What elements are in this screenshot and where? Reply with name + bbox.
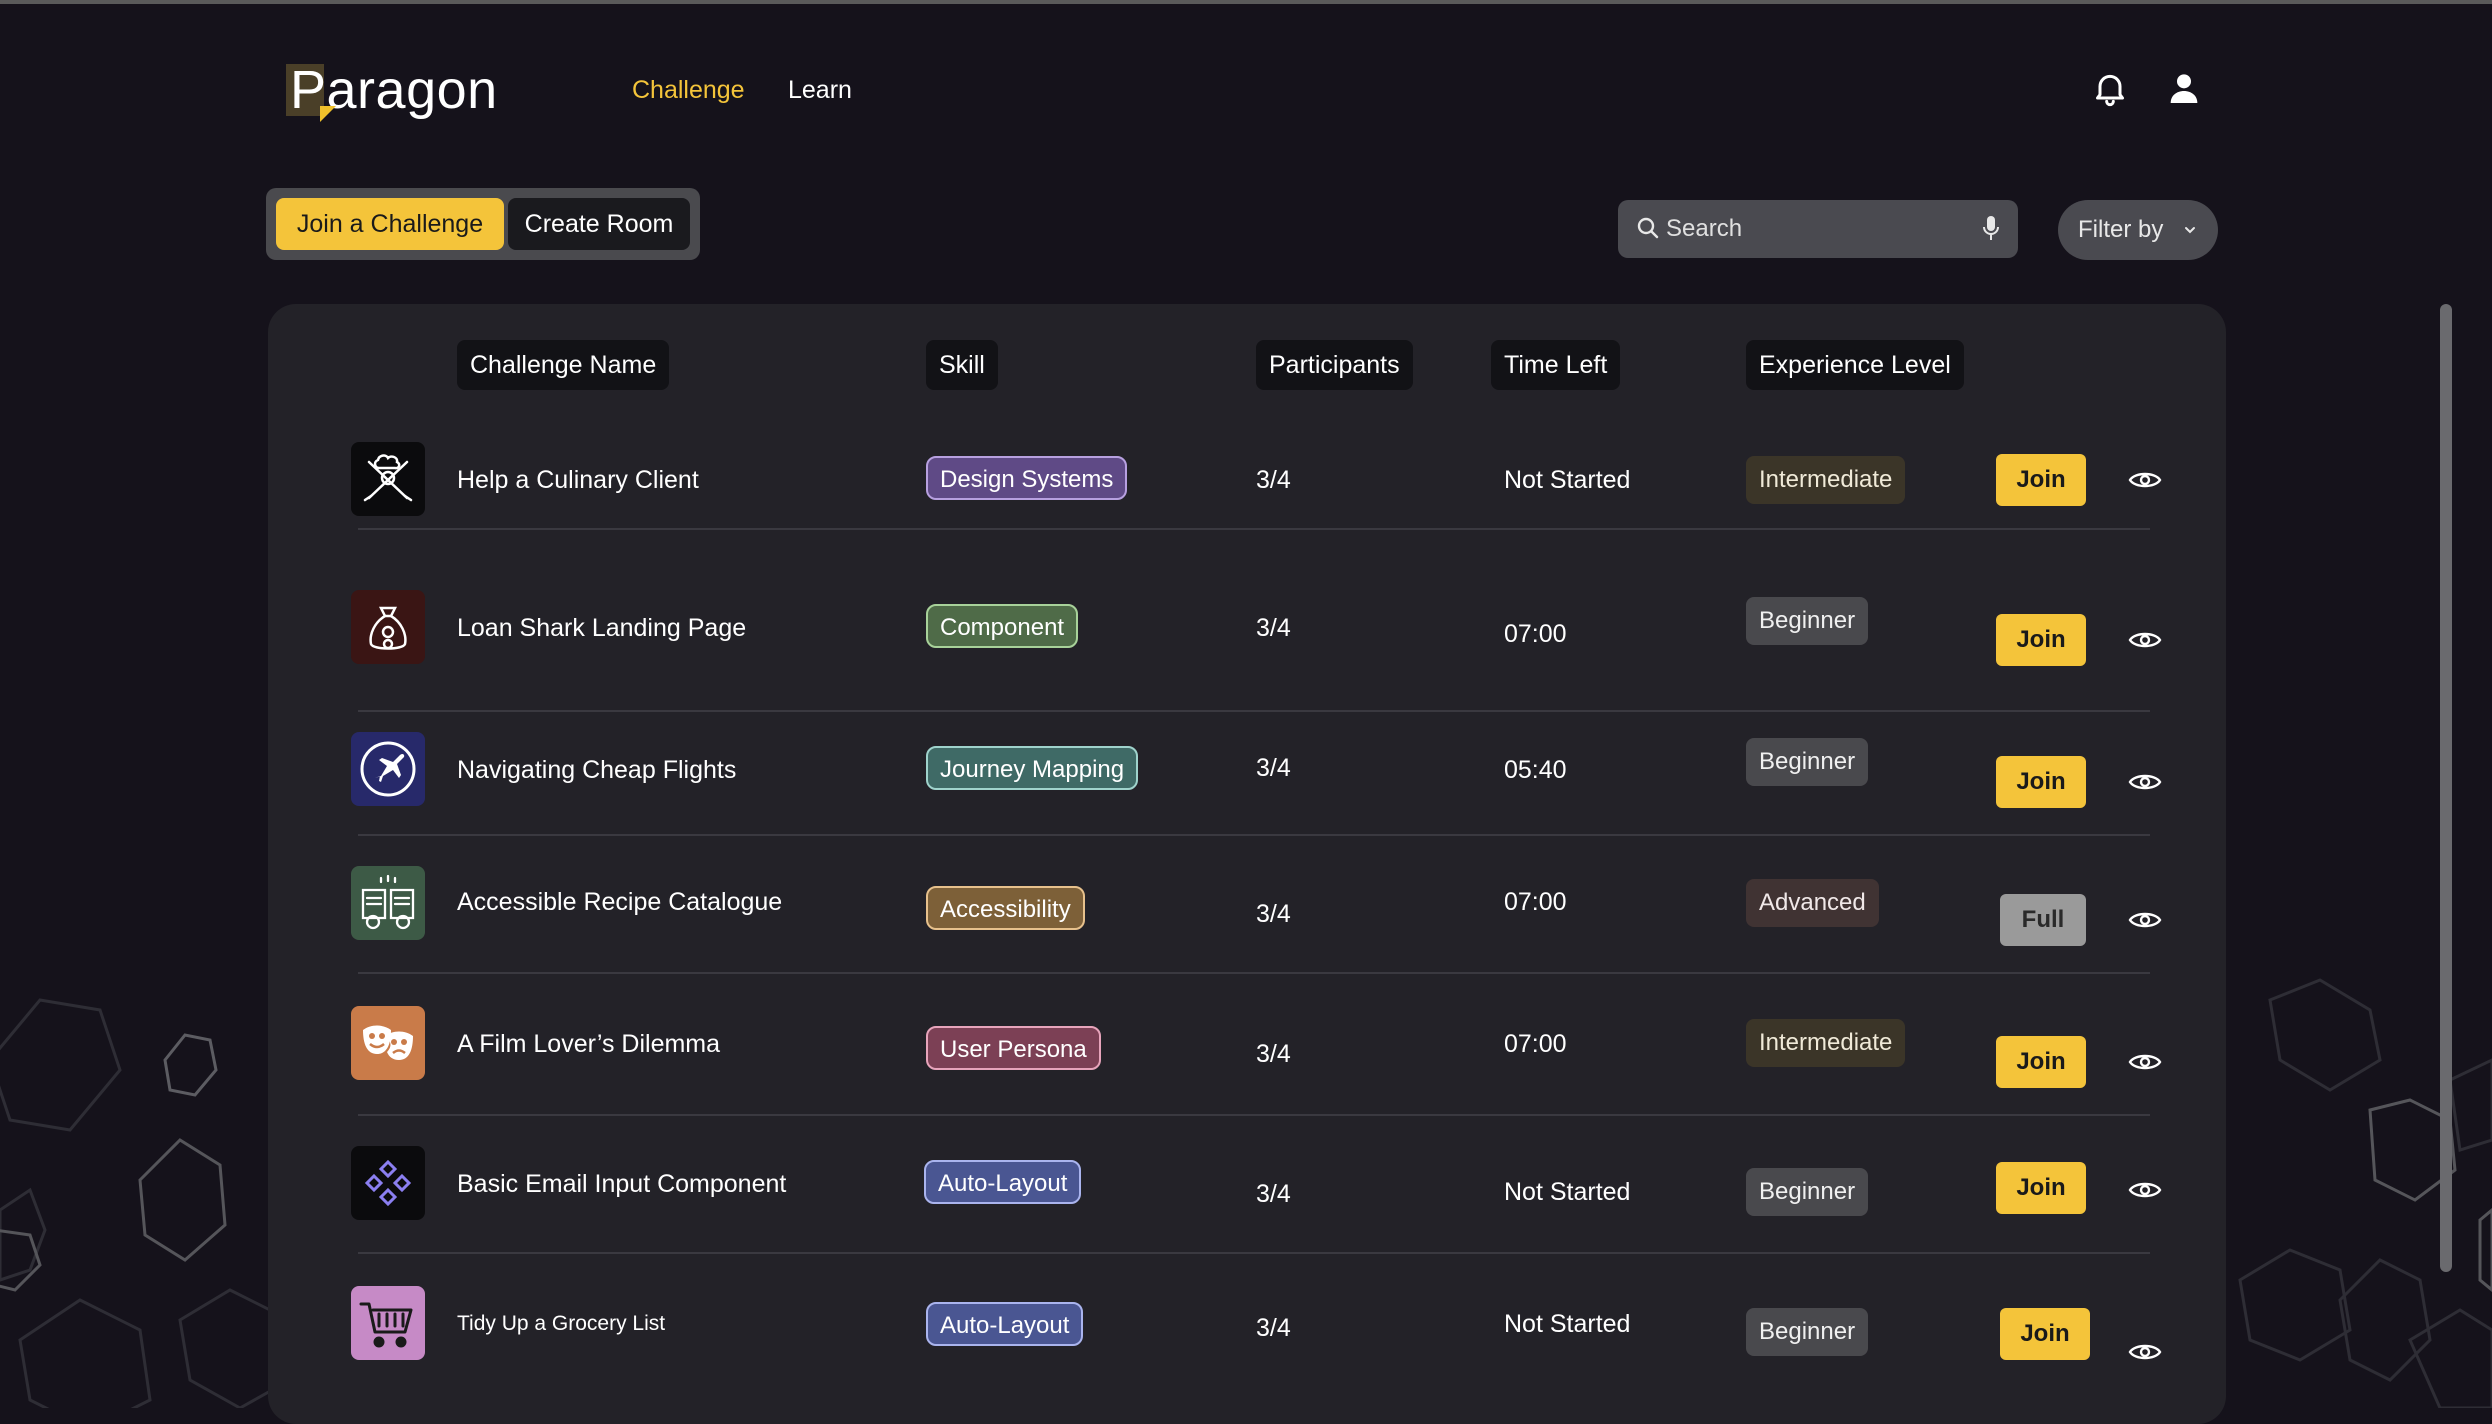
level-badge: Beginner <box>1746 1308 1869 1356</box>
chevron-down-icon <box>2185 227 2195 234</box>
eye-icon[interactable] <box>2128 1340 2162 1364</box>
skill-tag: Accessibility <box>926 886 1085 930</box>
bell-icon[interactable] <box>2090 68 2130 108</box>
row-divider <box>358 528 2150 530</box>
level-badge: Advanced <box>1746 879 1879 927</box>
logo-cursor-icon <box>320 106 336 122</box>
row-divider <box>358 1114 2150 1116</box>
eye-icon[interactable] <box>2128 908 2162 932</box>
component-diamonds-icon <box>351 1146 425 1220</box>
full-button: Full <box>2000 894 2086 946</box>
recipe-book-icon <box>351 866 425 940</box>
participants-count: 3/4 <box>1256 614 1291 642</box>
skill-tag: Auto-Layout <box>926 1302 1084 1346</box>
vertical-scrollbar[interactable] <box>2440 304 2452 1272</box>
skill-tag: Component <box>926 604 1079 648</box>
participants-count: 3/4 <box>1256 1314 1291 1342</box>
challenge-name[interactable]: Loan Shark Landing Page <box>457 614 746 643</box>
nav-learn[interactable]: Learn <box>788 76 852 105</box>
nav-challenge[interactable]: Challenge <box>632 76 745 105</box>
join-button[interactable]: Join <box>1996 1162 2086 1214</box>
skill-tag: User Persona <box>926 1026 1101 1070</box>
row-divider <box>358 710 2150 712</box>
level-badge: Beginner <box>1746 1168 1869 1216</box>
participants-count: 3/4 <box>1256 754 1291 782</box>
create-room-button[interactable]: Create Room <box>508 198 690 250</box>
search-bar[interactable] <box>1618 200 2018 258</box>
airplane-icon <box>351 732 425 806</box>
eye-icon[interactable] <box>2128 1050 2162 1074</box>
time-left: Not Started <box>1504 1178 1631 1206</box>
challenge-name[interactable]: A Film Lover’s Dilemma <box>457 1030 720 1059</box>
participants-count: 3/4 <box>1256 1180 1291 1208</box>
row-divider <box>358 1252 2150 1254</box>
skill-tag: Auto-Layout <box>924 1160 1082 1204</box>
time-left: 05:40 <box>1504 756 1567 784</box>
challenge-name[interactable]: Tidy Up a Grocery List <box>457 1312 665 1336</box>
column-header-skill: Skill <box>926 340 998 390</box>
skill-tag: Design Systems <box>926 456 1128 500</box>
join-challenge-button[interactable]: Join a Challenge <box>276 198 504 250</box>
skill-tag: Journey Mapping <box>926 746 1139 790</box>
microphone-icon[interactable] <box>1982 216 2000 242</box>
search-icon <box>1637 217 1659 239</box>
time-left: 07:00 <box>1504 1030 1567 1058</box>
challenge-name[interactable]: Help a Culinary Client <box>457 466 699 495</box>
eye-icon[interactable] <box>2128 468 2162 492</box>
join-button[interactable]: Join <box>1996 1036 2086 1088</box>
level-badge: Beginner <box>1746 597 1869 645</box>
row-divider <box>358 834 2150 836</box>
row-divider <box>358 972 2150 974</box>
filter-label: Filter by <box>2078 216 2164 243</box>
user-icon[interactable] <box>2164 68 2204 108</box>
level-badge: Intermediate <box>1746 1019 1906 1067</box>
join-button[interactable]: Join <box>1996 614 2086 666</box>
eye-icon[interactable] <box>2128 1178 2162 1202</box>
time-left: 07:00 <box>1504 620 1567 648</box>
shopping-cart-icon <box>351 1286 425 1360</box>
challenge-name[interactable]: Basic Email Input Component <box>457 1170 786 1199</box>
join-button[interactable]: Join <box>1996 756 2086 808</box>
money-bag-icon <box>351 590 425 664</box>
participants-count: 3/4 <box>1256 900 1291 928</box>
time-left: Not Started <box>1504 1310 1631 1338</box>
mode-toggle: Join a Challenge Create Room <box>266 188 700 260</box>
column-header-participants: Participants <box>1256 340 1413 390</box>
challenge-name[interactable]: Accessible Recipe Catalogue <box>457 888 782 917</box>
level-badge: Beginner <box>1746 738 1869 786</box>
column-header-time-left: Time Left <box>1491 340 1621 390</box>
participants-count: 3/4 <box>1256 466 1291 494</box>
join-button[interactable]: Join <box>1996 454 2086 506</box>
paragon-logo[interactable]: Paragon <box>286 58 506 138</box>
challenge-name[interactable]: Navigating Cheap Flights <box>457 756 736 785</box>
eye-icon[interactable] <box>2128 770 2162 794</box>
level-badge: Intermediate <box>1746 456 1906 504</box>
column-header-experience-level: Experience Level <box>1746 340 1964 390</box>
column-header-challenge-name: Challenge Name <box>457 340 670 390</box>
time-left: Not Started <box>1504 466 1631 494</box>
chef-icon <box>351 442 425 516</box>
time-left: 07:00 <box>1504 888 1567 916</box>
theater-masks-icon <box>351 1006 425 1080</box>
join-button[interactable]: Join <box>2000 1308 2090 1360</box>
participants-count: 3/4 <box>1256 1040 1291 1068</box>
eye-icon[interactable] <box>2128 628 2162 652</box>
search-input[interactable] <box>1666 200 1966 258</box>
filter-by-dropdown[interactable]: Filter by <box>2058 200 2218 260</box>
